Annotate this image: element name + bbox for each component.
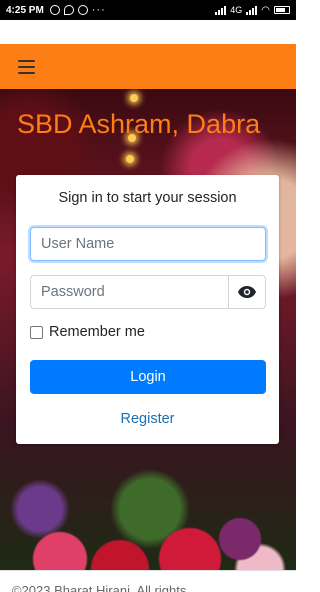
status-bar: 4:25 PM ··· 4G ◠ <box>0 0 296 20</box>
password-input[interactable] <box>30 275 228 309</box>
footer-text: ©2023 Bharat Hirani. All rights <box>12 583 187 592</box>
notification-icons: ··· <box>49 4 106 16</box>
navbar <box>0 44 296 89</box>
eye-icon <box>238 286 256 298</box>
lamp-glow <box>126 155 134 163</box>
hero-background: SBD Ashram, Dabra Sign in to start your … <box>0 89 296 570</box>
location-icon <box>63 5 74 15</box>
whatsapp-icon <box>77 5 88 15</box>
whatsapp-icon <box>49 5 60 15</box>
login-button[interactable]: Login <box>30 360 266 394</box>
top-strip <box>0 20 296 44</box>
footer: ©2023 Bharat Hirani. All rights <box>0 570 296 592</box>
more-notifications-icon: ··· <box>91 4 106 16</box>
login-heading: Sign in to start your session <box>58 190 237 206</box>
signal-icon <box>215 5 227 15</box>
username-input[interactable] <box>30 227 266 261</box>
remember-label: Remember me <box>49 324 145 340</box>
site-title: SBD Ashram, Dabra <box>17 109 261 139</box>
status-right: 4G ◠ <box>215 5 290 16</box>
password-group <box>30 275 266 309</box>
register-link[interactable]: Register <box>16 411 279 427</box>
status-time: 4:25 PM <box>6 4 44 16</box>
login-card: Sign in to start your session Remember m… <box>16 175 279 444</box>
lamp-glow <box>130 94 138 102</box>
hamburger-icon[interactable] <box>18 59 35 74</box>
remember-me[interactable]: Remember me <box>30 324 145 340</box>
show-password-button[interactable] <box>228 275 266 309</box>
wifi-icon: ◠ <box>261 4 270 16</box>
network-type: 4G <box>230 5 243 15</box>
battery-icon <box>274 6 290 14</box>
signal-icon-2 <box>246 5 258 15</box>
remember-checkbox[interactable] <box>30 325 43 339</box>
